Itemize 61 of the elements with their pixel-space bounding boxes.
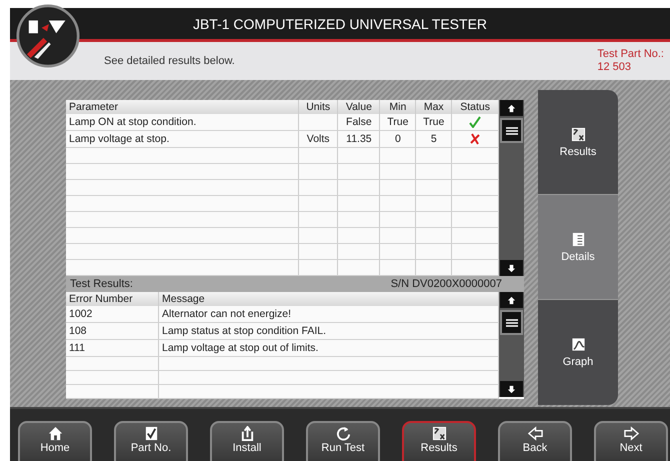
scroll-thumb[interactable] bbox=[500, 118, 523, 143]
table-cell: Lamp ON at stop condition. bbox=[66, 114, 298, 130]
toolbar-button[interactable]: Results bbox=[402, 421, 476, 461]
toolbar-button[interactable]: Home bbox=[18, 421, 92, 461]
scroll-thumb[interactable] bbox=[500, 310, 523, 335]
left-arrow-icon bbox=[528, 426, 542, 441]
formula-icon bbox=[432, 426, 446, 441]
side-tab[interactable]: Details bbox=[538, 195, 618, 300]
column-header: Status bbox=[452, 100, 498, 114]
table-cell: Lamp voltage at stop. bbox=[66, 130, 298, 148]
column-header: Message bbox=[158, 292, 498, 306]
up-arrow-icon bbox=[507, 104, 516, 112]
table-cell: 108 bbox=[66, 322, 158, 340]
side-tab[interactable]: Results bbox=[538, 90, 618, 195]
table-cell: Lamp voltage at stop out of limits. bbox=[158, 340, 498, 356]
list-icon bbox=[570, 232, 586, 246]
home-icon bbox=[48, 426, 62, 441]
serial-number: S/N DV0200X0000007 bbox=[390, 278, 502, 290]
table-cell: True bbox=[416, 114, 452, 130]
table-cell: Lamp status at stop condition FAIL. bbox=[158, 322, 498, 340]
table-cell: Volts bbox=[298, 130, 338, 148]
column-header: Max bbox=[416, 100, 452, 114]
up-arrow-icon bbox=[507, 296, 516, 304]
down-arrow-icon bbox=[507, 384, 516, 394]
toolbar-button[interactable]: Install bbox=[210, 421, 284, 461]
refresh-icon bbox=[336, 426, 350, 441]
scroll-up-button[interactable] bbox=[500, 100, 523, 116]
down-arrow-icon bbox=[507, 264, 516, 272]
table-cell: 11.35 bbox=[338, 130, 380, 148]
column-header: Value bbox=[338, 100, 380, 114]
results-title: Test Results: bbox=[70, 278, 133, 290]
grip-icon bbox=[504, 124, 520, 136]
column-header: Units bbox=[298, 100, 338, 114]
column-header: Min bbox=[380, 100, 416, 114]
right-arrow-icon bbox=[624, 426, 638, 441]
side-tab[interactable]: Graph bbox=[538, 300, 618, 405]
toolbar-button[interactable]: Run Test bbox=[306, 421, 380, 461]
grip-icon bbox=[504, 316, 520, 328]
table-cell: 5 bbox=[416, 130, 452, 148]
table-cell: True bbox=[380, 114, 416, 130]
table-cell: 1002 bbox=[66, 306, 158, 322]
scroll-down-button[interactable] bbox=[500, 381, 523, 397]
scroll-down-button[interactable] bbox=[500, 260, 523, 276]
column-header: Parameter bbox=[66, 100, 298, 114]
toolbar-button[interactable]: Next bbox=[594, 421, 668, 461]
toolbar-button[interactable]: Back bbox=[498, 421, 572, 461]
part-label: Test Part No.: bbox=[597, 48, 664, 61]
toolbar-button[interactable]: Part No. bbox=[114, 421, 188, 461]
app-title: JBT-1 COMPUTERIZED UNIVERSAL TESTER bbox=[192, 16, 488, 32]
install-icon bbox=[240, 426, 254, 441]
part-number: 12 503 bbox=[597, 61, 632, 74]
column-header: Error Number bbox=[66, 292, 158, 306]
table-cell: 0 bbox=[380, 130, 416, 148]
graph-icon bbox=[570, 337, 586, 352]
table-cell: 111 bbox=[66, 340, 158, 356]
table-cell: False bbox=[338, 114, 380, 130]
scroll-up-button[interactable] bbox=[500, 292, 523, 308]
table-cell: Alternator can not energize! bbox=[158, 306, 498, 322]
status-message: See detailed results below. bbox=[104, 55, 235, 67]
formula-icon bbox=[570, 126, 586, 142]
checklist-icon bbox=[144, 426, 158, 441]
